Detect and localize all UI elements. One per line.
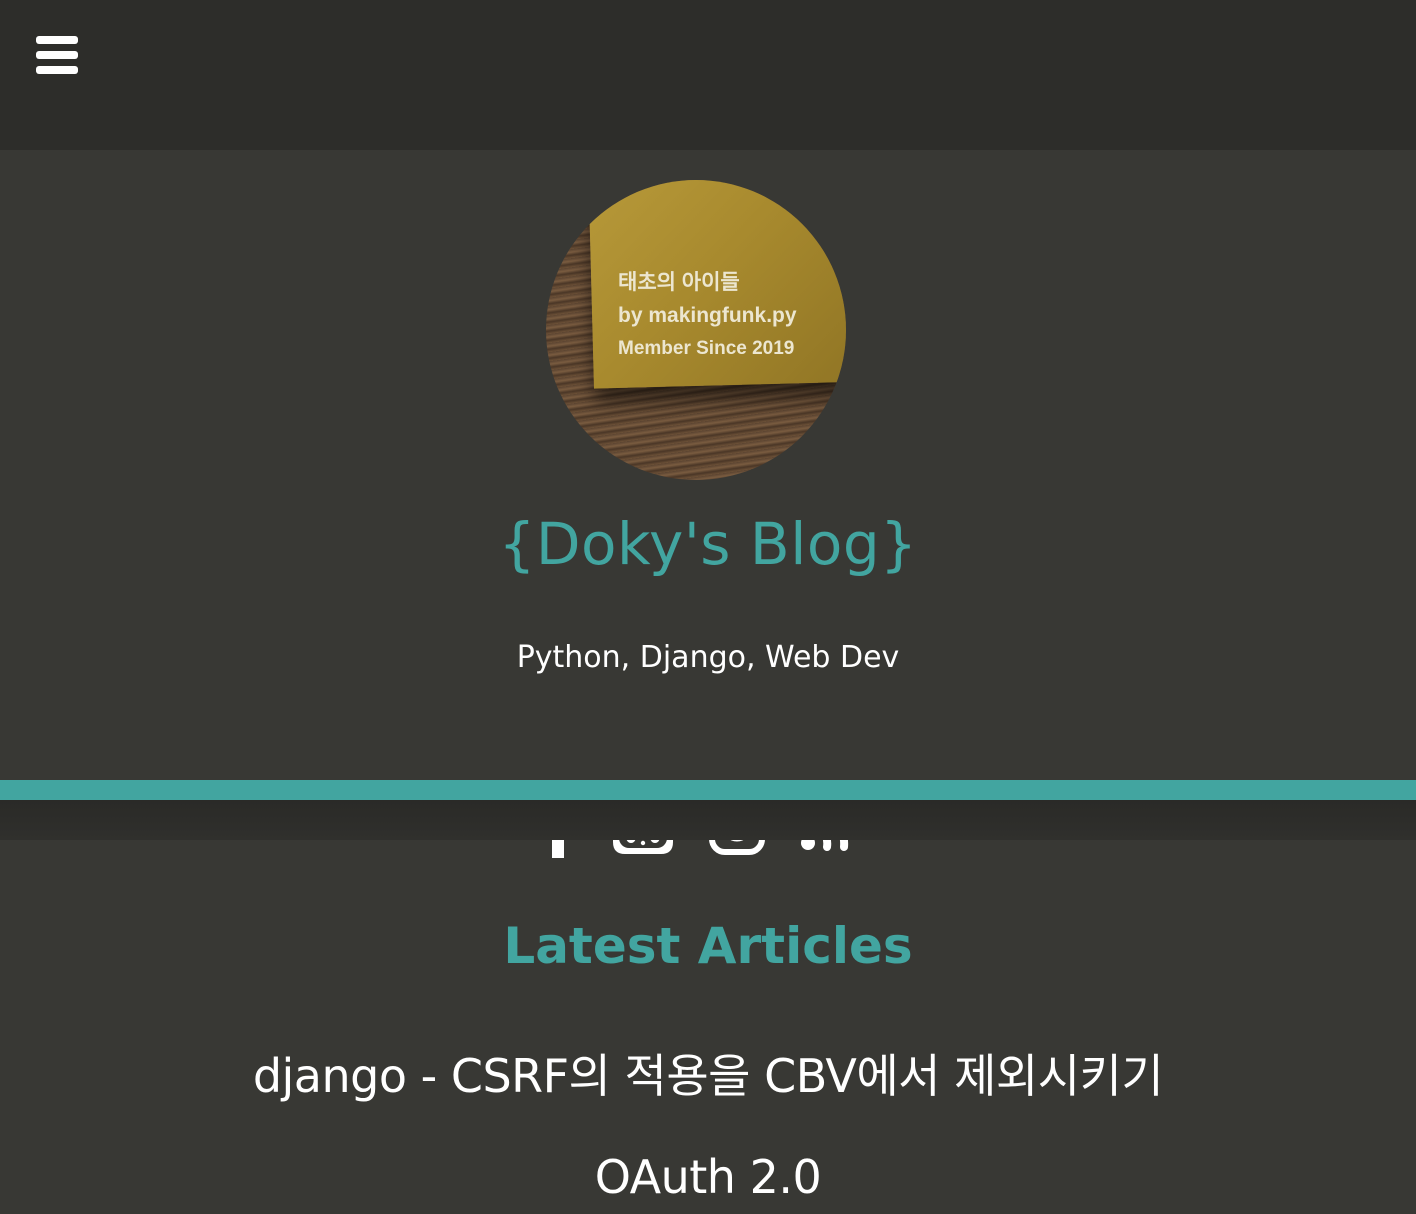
article-link[interactable]: django - CSRF의 적용을 CBV에서 제외시키기	[0, 1040, 1416, 1106]
avatar-text-line-3: Member Since 2019	[618, 338, 795, 359]
avatar: 태초의 아이들 by makingfunk.py Member Since 20…	[546, 180, 846, 480]
avatar-card-text: 태초의 아이들 by makingfunk.py Member Since 20…	[618, 266, 797, 365]
avatar-text-line-2: by makingfunk.py	[618, 304, 797, 327]
section-shadow	[0, 800, 1416, 840]
top-bar	[0, 0, 1416, 150]
article-link[interactable]: OAuth 2.0	[0, 1150, 1416, 1204]
blog-tagline: Python, Django, Web Dev	[516, 640, 900, 675]
accent-divider	[0, 780, 1416, 800]
hero-section: 태초의 아이들 by makingfunk.py Member Since 20…	[0, 150, 1416, 858]
blog-title[interactable]: {Doky's Blog}	[0, 510, 1416, 578]
hamburger-menu-icon[interactable]	[36, 36, 78, 74]
avatar-text-line-1: 태초의 아이들	[618, 271, 740, 294]
latest-articles-heading: Latest Articles	[503, 917, 913, 975]
